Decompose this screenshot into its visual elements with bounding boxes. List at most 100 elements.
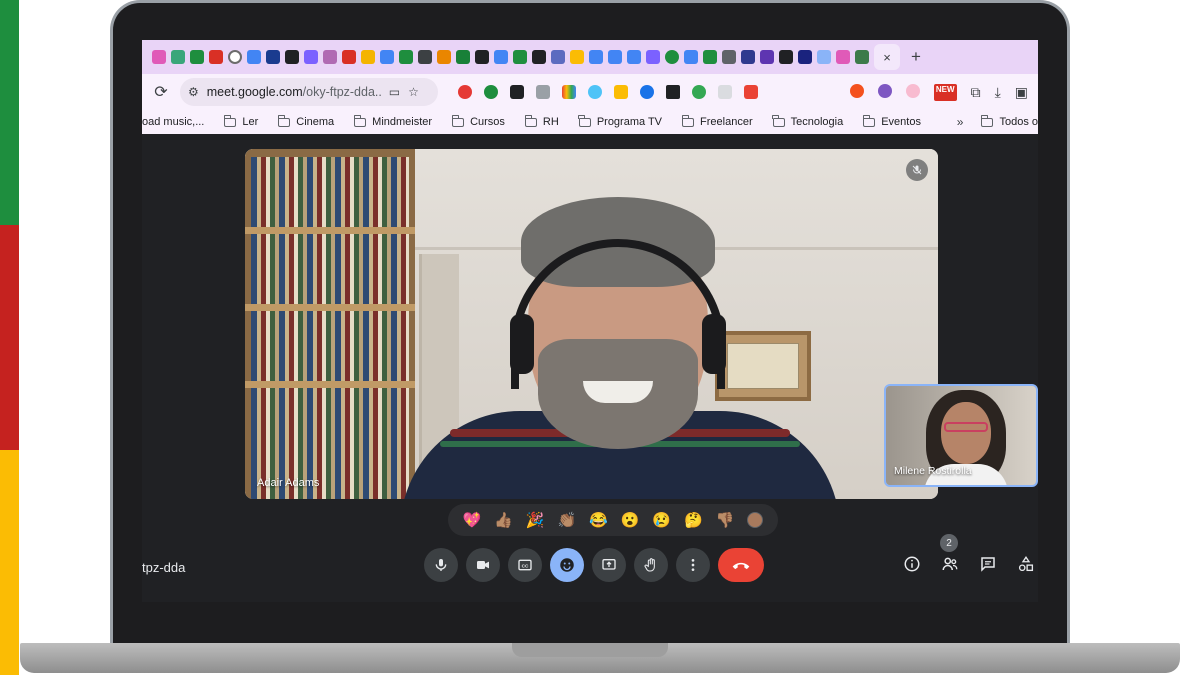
tab-favicon[interactable]	[646, 50, 660, 64]
tab-favicon[interactable]	[361, 50, 375, 64]
extension-icon[interactable]	[877, 83, 892, 98]
drive-tab-icon[interactable]	[570, 50, 584, 64]
chat-button[interactable]	[976, 552, 1000, 576]
active-tab[interactable]: ×	[874, 44, 900, 70]
tab-favicon[interactable]	[779, 50, 793, 64]
extension-icon[interactable]	[484, 85, 498, 99]
bookmark-folder-programa-tv[interactable]: Programa TV	[578, 114, 662, 128]
tab-favicon[interactable]	[855, 50, 869, 64]
tab-favicon[interactable]	[665, 50, 679, 64]
thumbs-up-reaction[interactable]: 👍🏽	[494, 513, 513, 528]
google-tab-icon[interactable]	[247, 50, 261, 64]
thumbs-down-reaction[interactable]: 👎🏽	[716, 513, 735, 528]
people-button[interactable]: 2	[938, 534, 962, 576]
extension-icon[interactable]	[718, 85, 732, 99]
bookmark-folder-cursos[interactable]: Cursos	[451, 114, 505, 128]
bookmark-folder-mindmeister[interactable]: Mindmeister	[353, 114, 432, 128]
laugh-reaction[interactable]: 😂	[589, 513, 608, 528]
new-tab-button[interactable]: +	[905, 47, 927, 67]
url-text[interactable]: meet.google.com/oky-ftpz-dda...	[207, 85, 381, 99]
docs-tab-icon[interactable]	[684, 50, 698, 64]
self-view-tile[interactable]: Milene Rostirolla	[884, 384, 1038, 487]
tab-favicon[interactable]	[798, 50, 812, 64]
reactions-button[interactable]	[550, 548, 584, 582]
megaphone-extension-icon[interactable]	[744, 85, 758, 99]
bookmark-folder-rh[interactable]: RH	[524, 114, 559, 128]
close-tab-icon[interactable]: ×	[883, 50, 891, 65]
meeting-details-button[interactable]	[900, 552, 924, 576]
bookmark-folder-freelancer[interactable]: Freelancer	[681, 114, 753, 128]
bookmark-item[interactable]: oad music,...	[142, 116, 204, 128]
bookmark-folder-all[interactable]: Todos o	[981, 114, 1038, 128]
tab-favicon[interactable]	[304, 50, 318, 64]
opera-extension-icon[interactable]	[458, 85, 472, 99]
sheets-tab-icon[interactable]	[703, 50, 717, 64]
clap-reaction[interactable]: 👏🏽	[557, 513, 576, 528]
extension-icon[interactable]	[692, 85, 706, 99]
tab-favicon[interactable]	[323, 50, 337, 64]
tab-favicon[interactable]	[722, 50, 736, 64]
extension-icon[interactable]	[905, 83, 920, 98]
tab-favicon[interactable]	[836, 50, 850, 64]
raise-hand-button[interactable]	[634, 548, 668, 582]
tab-favicon[interactable]	[456, 50, 470, 64]
docs-tab-icon[interactable]	[589, 50, 603, 64]
sheets-tab-icon[interactable]	[513, 50, 527, 64]
leave-call-button[interactable]	[718, 548, 764, 582]
tab-favicon[interactable]	[418, 50, 432, 64]
docs-tab-icon[interactable]	[627, 50, 641, 64]
bookmark-folder-cinema[interactable]: Cinema	[277, 114, 334, 128]
tab-favicon[interactable]	[190, 50, 204, 64]
more-options-button[interactable]	[676, 548, 710, 582]
tab-favicon[interactable]	[399, 50, 413, 64]
wikipedia-extension-icon[interactable]	[666, 85, 680, 99]
sad-reaction[interactable]: 😢	[652, 513, 671, 528]
docs-tab-icon[interactable]	[608, 50, 622, 64]
activities-button[interactable]	[1014, 552, 1038, 576]
tab-favicon[interactable]	[152, 50, 166, 64]
tab-favicon[interactable]	[760, 50, 774, 64]
extension-icon[interactable]	[536, 85, 550, 99]
tab-favicon[interactable]	[741, 50, 755, 64]
captions-button[interactable]: CC	[508, 548, 542, 582]
tab-favicon[interactable]	[209, 50, 223, 64]
tab-favicon[interactable]	[475, 50, 489, 64]
site-settings-icon[interactable]: ⚙	[188, 85, 199, 99]
thinking-reaction[interactable]: 🤔	[684, 513, 703, 528]
bookmark-folder-tecnologia[interactable]: Tecnologia	[772, 114, 843, 128]
bookmark-folder-ler[interactable]: Ler	[223, 114, 258, 128]
tab-favicon[interactable]	[532, 50, 546, 64]
side-panel-icon[interactable]: ▣	[1015, 84, 1028, 101]
extensions-puzzle-icon[interactable]: ⧉	[971, 84, 981, 101]
skin-tone-picker[interactable]	[747, 512, 764, 528]
tab-favicon[interactable]	[285, 50, 299, 64]
tab-favicon[interactable]	[228, 50, 242, 64]
present-screen-button[interactable]	[592, 548, 626, 582]
party-reaction[interactable]: 🎉	[526, 513, 545, 528]
surprised-reaction[interactable]: 😮	[621, 513, 640, 528]
microphone-button[interactable]	[424, 548, 458, 582]
extension-icon[interactable]	[614, 85, 628, 99]
tab-favicon[interactable]	[266, 50, 280, 64]
tab-favicon[interactable]	[817, 50, 831, 64]
camera-button[interactable]	[466, 548, 500, 582]
main-participant-video[interactable]: Adair Adams	[245, 149, 938, 499]
address-bar[interactable]: ⚙ meet.google.com/oky-ftpz-dda... ▭ ☆	[180, 78, 438, 106]
new-badge-icon[interactable]: NEW	[933, 83, 957, 101]
docs-tab-icon[interactable]	[494, 50, 508, 64]
google-tab-icon[interactable]	[380, 50, 394, 64]
reload-icon[interactable]: ⟳	[142, 82, 180, 102]
camera-icon[interactable]: ▭	[389, 85, 400, 99]
heart-reaction[interactable]: 💖	[462, 513, 481, 528]
download-icon[interactable]: ⤓	[995, 84, 1001, 101]
tab-favicon[interactable]	[551, 50, 565, 64]
tab-favicon[interactable]	[171, 50, 185, 64]
extension-icon[interactable]	[562, 85, 576, 99]
extension-icon[interactable]	[510, 85, 524, 99]
bookmark-star-icon[interactable]: ☆	[408, 85, 419, 99]
extension-icon[interactable]	[849, 83, 864, 98]
tab-favicon[interactable]	[342, 50, 356, 64]
extension-icon[interactable]	[640, 85, 654, 99]
cloud-extension-icon[interactable]	[588, 85, 602, 99]
tab-favicon[interactable]	[437, 50, 451, 64]
